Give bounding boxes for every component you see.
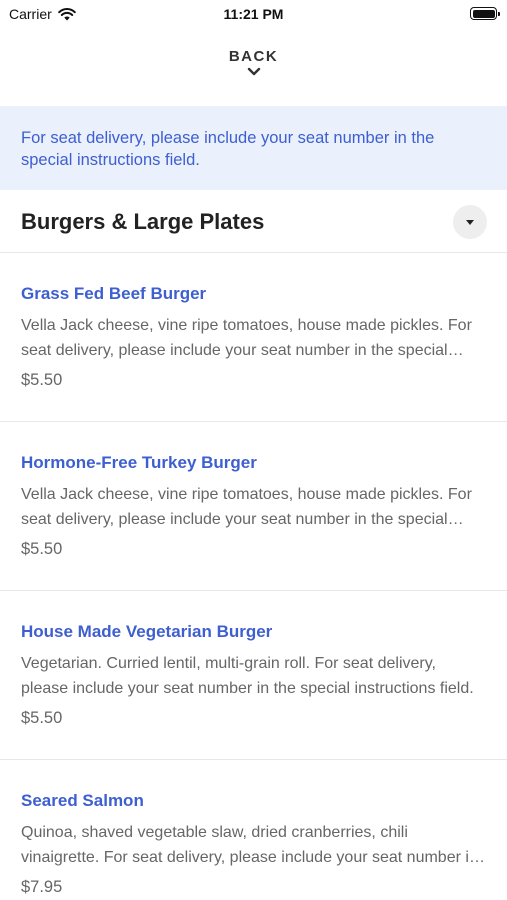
menu-item-name: House Made Vegetarian Burger [21,622,273,641]
menu-item[interactable]: Grass Fed Beef Burger Vella Jack cheese,… [0,253,507,422]
seat-delivery-notice: For seat delivery, please include your s… [0,106,507,190]
section-header[interactable]: Burgers & Large Plates [0,190,507,253]
menu-item-price: $5.50 [21,709,63,727]
battery-cap [498,11,500,16]
menu-item-price: $7.95 [21,878,63,896]
menu-item-description: Vegetarian. Curried lentil, multi-grain … [21,655,474,697]
menu-item-description: Vella Jack cheese, vine ripe tomatoes, h… [21,317,472,359]
battery-level [472,9,495,18]
status-time: 11:21 PM [223,6,284,22]
back-button[interactable]: BACK [0,48,507,77]
caret-down-icon [466,219,474,225]
section-title: Burgers & Large Plates [21,209,265,234]
menu-item-name: Seared Salmon [21,791,144,810]
status-bar: Carrier 11:21 PM [0,0,507,30]
menu-item[interactable]: Seared Salmon Quinoa, shaved vegetable s… [0,760,507,900]
menu-item-description: Vella Jack cheese, vine ripe tomatoes, h… [21,486,472,528]
menu-item-price: $5.50 [21,540,63,558]
section-collapse-button[interactable] [453,205,487,239]
menu-item-price: $5.50 [21,371,63,389]
menu-item[interactable]: Hormone-Free Turkey Burger Vella Jack ch… [0,422,507,591]
battery-icon [470,7,500,20]
back-label: BACK [228,48,279,65]
chevron-down-icon [247,67,260,76]
notice-text: For seat delivery, please include your s… [21,129,435,169]
menu-item-name: Hormone-Free Turkey Burger [21,453,257,472]
menu-item-description: Quinoa, shaved vegetable slaw, dried cra… [21,824,478,866]
menu-list: Grass Fed Beef Burger Vella Jack cheese,… [0,253,507,900]
menu-item[interactable]: House Made Vegetarian Burger Vegetarian.… [0,591,507,760]
menu-item-name: Grass Fed Beef Burger [21,284,207,303]
